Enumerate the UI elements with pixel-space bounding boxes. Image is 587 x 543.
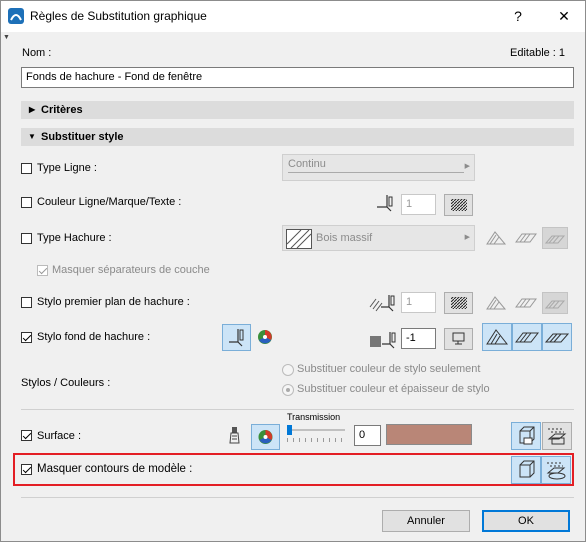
fill-type-label: Type Hachure : xyxy=(37,232,112,244)
fill-bg-pen-label: Stylo fond de hachure : xyxy=(37,331,151,343)
surface-color-button[interactable] xyxy=(251,424,280,450)
name-label: Nom : xyxy=(22,47,52,59)
line-color-pen-field[interactable]: 1 xyxy=(401,194,436,215)
line-color-label: Couleur Ligne/Marque/Texte : xyxy=(37,196,182,208)
slider-ticks xyxy=(287,438,347,442)
hide-separators-label: Masquer séparateurs de couche xyxy=(52,264,210,276)
cut-fill-bg-button[interactable] xyxy=(482,323,512,351)
line-type-label: Type Ligne : xyxy=(37,162,97,174)
line-type-select[interactable]: Continu ▶ xyxy=(282,154,475,181)
slider-track xyxy=(289,429,345,431)
cover-fill-button[interactable] xyxy=(542,227,568,249)
foreground-pen-icon xyxy=(369,293,399,313)
chevron-down-icon: ▼ xyxy=(28,132,36,141)
surface-checkbox[interactable] xyxy=(21,430,32,441)
hide-separators-checkbox[interactable] xyxy=(37,265,48,276)
separator xyxy=(21,409,574,410)
fill-bg-pen-checkbox[interactable] xyxy=(21,332,32,343)
name-field[interactable]: Fonds de hachure - Fond de fenêtre xyxy=(21,67,574,88)
fill-fg-pen-label: Stylo premier plan de hachure : xyxy=(37,296,190,308)
chevron-right-icon: ▶ xyxy=(464,163,470,170)
line-type-checkbox[interactable] xyxy=(21,163,32,174)
surface-fill-icon[interactable] xyxy=(514,228,538,248)
slider-thumb[interactable] xyxy=(287,425,292,435)
color-only-radio[interactable] xyxy=(282,364,294,376)
color-wheel-icon[interactable] xyxy=(256,328,274,346)
fg-pen-palette-button[interactable] xyxy=(444,292,473,314)
surface-label: Surface : xyxy=(37,430,82,442)
hide-model-contours-checkbox[interactable] xyxy=(21,464,32,475)
fill-type-value: Bois massif xyxy=(316,232,373,244)
fill-fg-pen-field[interactable]: 1 xyxy=(401,292,436,313)
transmission-field[interactable]: 0 xyxy=(354,425,381,446)
criteria-section-label: Critères xyxy=(41,104,83,116)
line-type-value: Continu xyxy=(288,158,326,170)
cancel-button[interactable]: Annuler xyxy=(382,510,470,532)
override-style-section-header[interactable]: ▼ Substituer style xyxy=(21,128,574,146)
fill-type-checkbox[interactable] xyxy=(21,233,32,244)
editable-label: Editable : 1 xyxy=(510,47,566,59)
archicad-app-icon xyxy=(8,8,24,24)
cover-fill-bg-button[interactable] xyxy=(542,323,572,351)
resize-marker-icon: ▼ xyxy=(3,34,10,41)
override-style-section-label: Substituer style xyxy=(41,131,124,143)
close-button[interactable]: ✕ xyxy=(546,4,582,28)
contours-mode-3d-button[interactable] xyxy=(511,456,541,484)
window-title: Règles de Substitution graphique xyxy=(30,9,207,23)
color-weight-radio[interactable] xyxy=(282,384,294,396)
pen-icon xyxy=(375,195,397,213)
paint-brush-icon xyxy=(228,426,242,446)
pen-palette-button[interactable] xyxy=(444,194,473,216)
wood-fill-icon xyxy=(286,229,312,249)
background-pen-icon xyxy=(368,330,400,350)
surface-color-swatch[interactable] xyxy=(386,424,472,445)
surface-fill-fg-icon[interactable] xyxy=(514,293,538,313)
surface-mode-render-button[interactable] xyxy=(542,422,572,450)
criteria-section-header[interactable]: ▶ Critères xyxy=(21,101,574,119)
chevron-right-icon: ▶ xyxy=(464,234,470,241)
transmission-slider[interactable] xyxy=(287,423,347,445)
help-button[interactable]: ? xyxy=(500,4,536,28)
line-sample-icon xyxy=(288,172,464,173)
fill-bg-pen-field[interactable]: -1 xyxy=(401,328,436,349)
pens-colors-label: Stylos / Couleurs : xyxy=(21,377,111,389)
fill-fg-pen-checkbox[interactable] xyxy=(21,297,32,308)
pen-mode-button[interactable] xyxy=(222,324,251,351)
surface-mode-3d-button[interactable] xyxy=(511,422,541,450)
chevron-right-icon: ▶ xyxy=(29,105,36,114)
monitor-button[interactable] xyxy=(444,328,473,350)
line-color-checkbox[interactable] xyxy=(21,197,32,208)
color-weight-label: Substituer couleur et épaisseur de stylo xyxy=(297,383,490,395)
fill-type-select[interactable]: Bois massif ▶ xyxy=(282,225,475,251)
surface-fill-bg-button[interactable] xyxy=(512,323,542,351)
cut-fill-fg-icon[interactable] xyxy=(485,293,507,313)
cover-fill-fg-button[interactable] xyxy=(542,292,568,314)
hide-model-contours-label: Masquer contours de modèle : xyxy=(37,463,193,475)
ok-button[interactable]: OK xyxy=(482,510,570,532)
contours-mode-render-button[interactable] xyxy=(541,456,571,484)
separator xyxy=(21,497,574,498)
cut-fill-icon[interactable] xyxy=(485,228,507,248)
color-only-label: Substituer couleur de stylo seulement xyxy=(297,363,481,375)
title-bar: Règles de Substitution graphique ? ✕ xyxy=(0,0,587,32)
transmission-label: Transmission xyxy=(287,412,341,422)
